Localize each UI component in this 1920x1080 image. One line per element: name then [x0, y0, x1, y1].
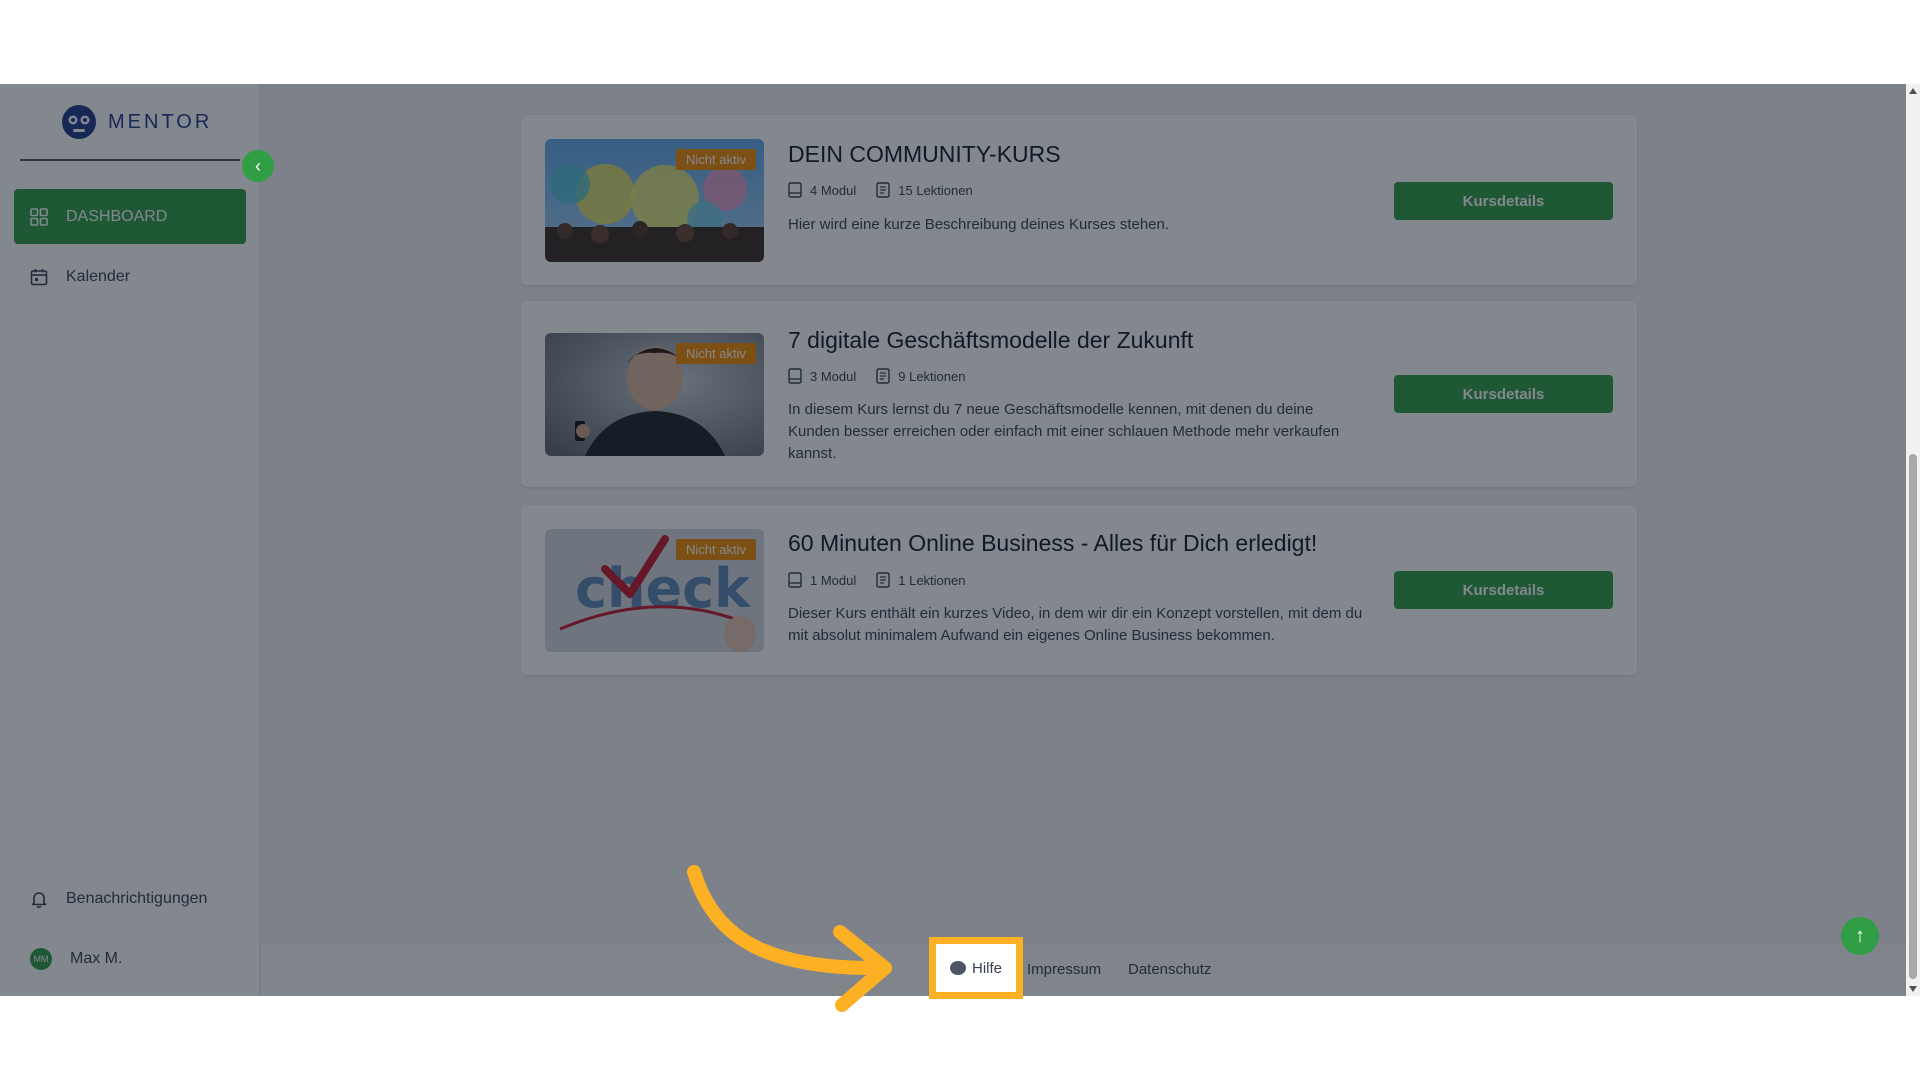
- scroll-to-top-button[interactable]: ↑: [1841, 917, 1879, 955]
- course-thumbnail[interactable]: check Nicht aktiv: [545, 529, 764, 652]
- mentor-logo-icon: [62, 105, 96, 139]
- status-badge: Nicht aktiv: [676, 149, 756, 170]
- course-card: Nicht aktiv 7 digitale Geschäftsmodelle …: [521, 301, 1637, 487]
- grid-icon: [30, 207, 48, 226]
- document-icon: [876, 368, 890, 384]
- course-meta: 3 Modul 9 Lektionen: [788, 368, 965, 384]
- svg-text:check: check: [575, 557, 751, 620]
- status-badge: Nicht aktiv: [676, 539, 756, 560]
- sidebar-item-dashboard[interactable]: DASHBOARD: [14, 189, 246, 244]
- module-count: 4 Modul: [788, 182, 856, 198]
- course-details-button[interactable]: Kursdetails: [1394, 182, 1613, 220]
- highlighted-help-button[interactable]: Hilfe: [929, 937, 1023, 999]
- course-details-button[interactable]: Kursdetails: [1394, 375, 1613, 413]
- help-label: Hilfe: [971, 959, 1002, 977]
- scrollbar-thumb[interactable]: [1909, 454, 1917, 979]
- scrollbar-up-arrow-icon[interactable]: [1909, 88, 1917, 94]
- module-count-text: 4 Modul: [810, 182, 857, 198]
- chat-bubble-icon: [949, 961, 966, 975]
- course-description: Hier wird eine kurze Beschreibung deines…: [788, 216, 1170, 233]
- arrow-up-icon: ↑: [1855, 924, 1865, 947]
- lesson-count-text: 15 Lektionen: [898, 182, 973, 198]
- sidebar-divider: [20, 159, 240, 161]
- lesson-count: 9 Lektionen: [876, 368, 965, 384]
- course-title[interactable]: 60 Minuten Online Business - Alles für D…: [788, 530, 1317, 557]
- bell-icon: [31, 892, 47, 908]
- annotation-arrow-icon: [687, 865, 892, 1012]
- lesson-count-text: 1 Lektionen: [898, 572, 966, 588]
- course-thumbnail[interactable]: Nicht aktiv: [545, 139, 764, 262]
- sidebar-item-label: Benachrichtigungen: [66, 890, 208, 907]
- scrollbar-down-arrow-icon[interactable]: [1909, 986, 1917, 992]
- logo[interactable]: MENTOR: [60, 102, 212, 142]
- course-meta: 1 Modul 1 Lektionen: [788, 572, 965, 588]
- book-icon: [788, 182, 802, 198]
- book-icon: [788, 572, 802, 588]
- calendar-icon: [30, 268, 48, 285]
- sidebar-item-label: Max M.: [70, 950, 123, 967]
- sidebar-item-benachrichtigungen[interactable]: Benachrichtigungen: [14, 877, 246, 921]
- course-meta: 4 Modul 15 Lektionen: [788, 182, 973, 198]
- lesson-count: 1 Lektionen: [876, 572, 965, 588]
- lesson-count: 15 Lektionen: [876, 182, 973, 198]
- book-icon: [788, 368, 802, 384]
- app-window: MENTOR DASHBOARD Kalender Benachrichtigu…: [0, 84, 1920, 996]
- sidebar-item-profile[interactable]: MM Max M.: [14, 937, 246, 981]
- document-icon: [876, 182, 890, 198]
- main-content: Nicht aktiv DEIN COMMUNITY-KURS 4 Modul …: [261, 84, 1906, 996]
- course-details-button[interactable]: Kursdetails: [1394, 571, 1613, 609]
- footer-link-impressum[interactable]: Impressum: [1027, 961, 1101, 978]
- course-title[interactable]: DEIN COMMUNITY-KURS: [788, 141, 1061, 168]
- module-count: 3 Modul: [788, 368, 856, 384]
- sidebar-item-label: DASHBOARD: [66, 207, 168, 225]
- course-description: Dieser Kurs enthält ein kurzes Video, in…: [788, 605, 1363, 644]
- footer-link-datenschutz[interactable]: Datenschutz: [1128, 961, 1211, 978]
- course-title[interactable]: 7 digitale Geschäftsmodelle der Zukunft: [788, 327, 1193, 354]
- status-badge: Nicht aktiv: [676, 343, 756, 364]
- sidebar-item-label: Kalender: [66, 267, 131, 285]
- sidebar-collapse-button[interactable]: ‹: [242, 150, 274, 182]
- avatar: MM: [30, 948, 52, 970]
- module-count-text: 1 Modul: [810, 572, 857, 588]
- course-thumbnail[interactable]: Nicht aktiv: [545, 333, 764, 456]
- module-count: 1 Modul: [788, 572, 856, 588]
- footer: Hilfe Impressum Datenschutz: [261, 942, 1906, 996]
- screenshot-stage: MENTOR DASHBOARD Kalender Benachrichtigu…: [0, 0, 1920, 1080]
- chevron-left-icon: ‹: [255, 155, 261, 176]
- sidebar: MENTOR DASHBOARD Kalender Benachrichtigu…: [0, 84, 260, 996]
- sidebar-item-kalender[interactable]: Kalender: [14, 249, 246, 304]
- lesson-count-text: 9 Lektionen: [898, 368, 966, 384]
- logo-text: MENTOR: [108, 110, 213, 133]
- document-icon: [876, 572, 890, 588]
- course-card: check Nicht aktiv 60 Minuten Online Busi…: [521, 505, 1637, 675]
- course-description: In diesem Kurs lernst du 7 neue Geschäft…: [788, 401, 1340, 462]
- scrollbar[interactable]: [1906, 84, 1920, 996]
- module-count-text: 3 Modul: [810, 368, 857, 384]
- course-card: Nicht aktiv DEIN COMMUNITY-KURS 4 Modul …: [521, 115, 1637, 285]
